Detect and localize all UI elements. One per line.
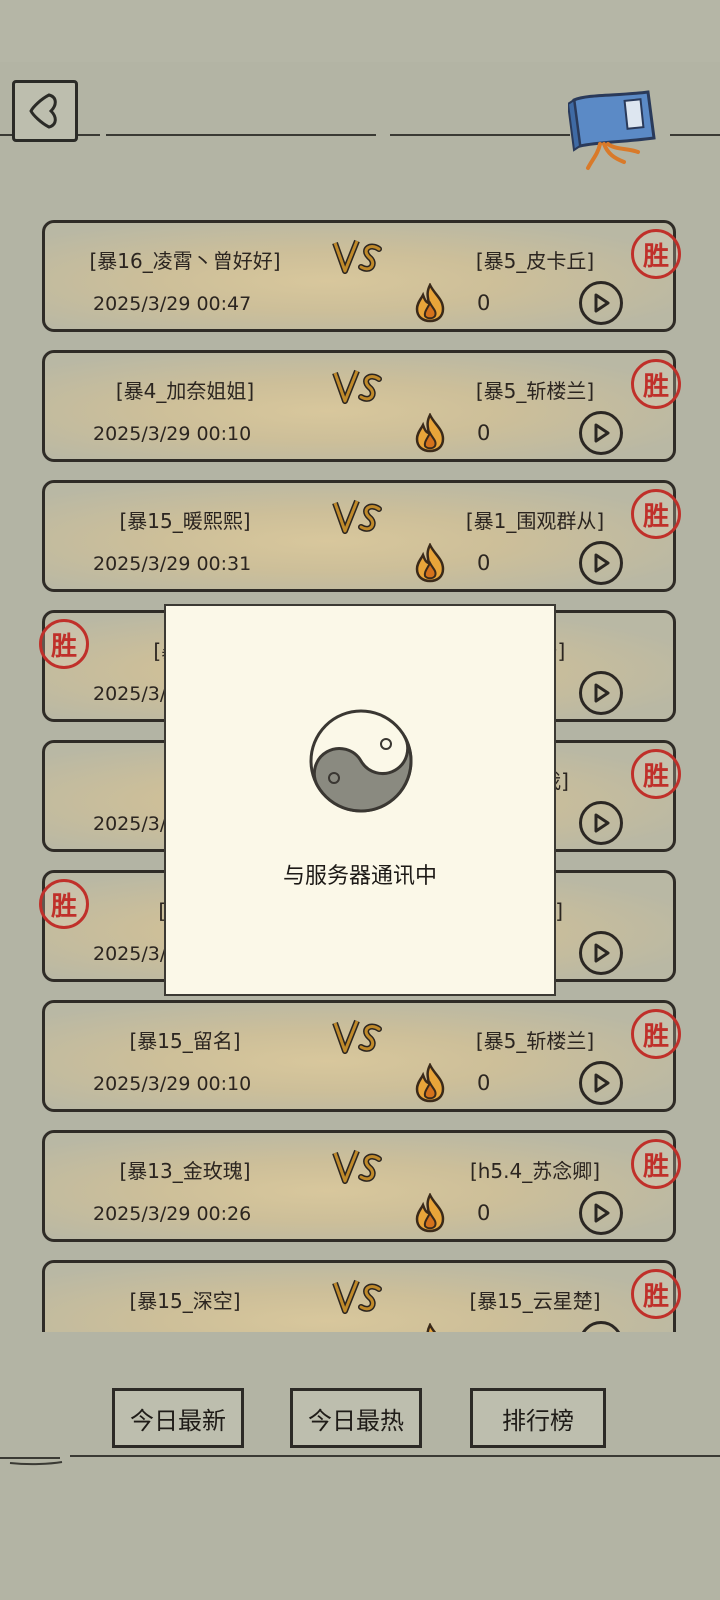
defender-name: [暴5_斩楼兰] <box>475 1029 595 1053</box>
vs-icon <box>332 1019 382 1054</box>
tab-today-hottest[interactable]: 今日最热 <box>290 1388 422 1448</box>
tab-today-newest[interactable]: 今日最新 <box>112 1388 244 1448</box>
play-icon <box>594 943 610 963</box>
defender-name: [暴15_云星楚] <box>469 1289 601 1313</box>
battle-record-card[interactable]: [暴13_金玫瑰] [h5.4_苏念卿] 2025/3/29 00:26 0 胜 <box>42 1130 681 1242</box>
top-strip <box>0 0 720 62</box>
defender-name: [暴5_皮卡丘] <box>475 249 595 273</box>
battle-time: 2025/3/ <box>93 813 167 835</box>
replay-button[interactable] <box>579 1191 623 1235</box>
play-icon <box>594 683 610 703</box>
fire-icon <box>415 413 445 453</box>
battle-record-card[interactable]: [暴15_留名] [暴5_斩楼兰] 2025/3/29 00:10 0 胜 <box>42 1000 681 1112</box>
win-seal: 胜 <box>631 1139 681 1189</box>
vs-icon <box>332 1279 382 1314</box>
vs-icon <box>332 239 382 274</box>
defender-name: [h5.4_苏念卿] <box>469 1159 601 1183</box>
heat-count: 0 <box>477 421 491 445</box>
replay-button[interactable] <box>579 1321 623 1332</box>
replay-button[interactable] <box>579 411 623 455</box>
replay-button[interactable] <box>579 931 623 975</box>
win-seal: 胜 <box>631 489 681 539</box>
play-icon <box>594 423 610 443</box>
heat-count: 0 <box>477 551 491 575</box>
fire-icon <box>415 543 445 583</box>
vs-icon <box>332 369 382 404</box>
vs-icon <box>332 499 382 534</box>
vs-icon <box>332 1149 382 1184</box>
attacker-name: [暴15_暖熙熙] <box>119 509 251 533</box>
heat-count: 0 <box>477 1201 491 1225</box>
heat-count: 0 <box>477 1071 491 1095</box>
attacker-name: [暴15_深空] <box>129 1289 241 1313</box>
loading-dialog: 与服务器通讯中 <box>164 604 556 996</box>
battle-time: 2025/3/29 00:10 <box>93 1073 252 1095</box>
battle-record-card[interactable]: [暴15_深空] [暴15_云星楚] 胜 <box>42 1260 681 1332</box>
bottom-divider <box>0 1455 720 1466</box>
replay-button[interactable] <box>579 281 623 325</box>
defender-name: [暴5_斩楼兰] <box>475 379 595 403</box>
play-icon <box>594 1203 610 1223</box>
fire-icon <box>415 1063 445 1103</box>
loading-message: 与服务器通讯中 <box>282 864 437 889</box>
win-seal: 胜 <box>631 749 681 799</box>
chevron-left-icon <box>29 93 57 129</box>
play-icon <box>594 553 610 573</box>
heat-count: 0 <box>477 291 491 315</box>
replay-button[interactable] <box>579 801 623 845</box>
win-seal: 胜 <box>631 1009 681 1059</box>
attacker-name: [暴13_金玫瑰] <box>119 1159 251 1183</box>
back-button[interactable] <box>12 80 78 142</box>
play-icon <box>594 293 610 313</box>
battle-time: 2025/3/29 00:47 <box>93 293 252 315</box>
battle-time: 2025/3/29 00:31 <box>93 553 252 575</box>
win-seal: 胜 <box>631 1269 681 1319</box>
replay-button[interactable] <box>579 671 623 715</box>
win-seal: 胜 <box>39 879 89 929</box>
replay-button[interactable] <box>579 1061 623 1105</box>
defender-name: [暴1_围观群从] <box>465 509 605 533</box>
battle-record-card[interactable]: [暴16_凌霄丶曾好好] [暴5_皮卡丘] 2025/3/29 00:47 0 … <box>42 220 681 332</box>
play-icon <box>594 813 610 833</box>
fire-icon <box>415 283 445 323</box>
yin-yang-icon <box>309 709 413 813</box>
fire-icon <box>423 1323 437 1332</box>
attacker-name: [暴16_凌霄丶曾好好] <box>89 249 281 273</box>
battle-time: 2025/3/29 00:26 <box>93 1203 252 1225</box>
win-seal: 胜 <box>631 359 681 409</box>
battle-record-card[interactable]: [暴15_暖熙熙] [暴1_围观群从] 2025/3/29 00:31 0 胜 <box>42 480 681 592</box>
replay-button[interactable] <box>579 541 623 585</box>
battle-time: 2025/3/ <box>93 943 167 965</box>
win-seal: 胜 <box>631 229 681 279</box>
battle-time: 2025/3/29 00:10 <box>93 423 252 445</box>
play-icon <box>594 1073 610 1093</box>
win-seal: 胜 <box>39 619 89 669</box>
attacker-name: [暴15_留名] <box>129 1029 241 1053</box>
battle-time: 2025/3/ <box>93 683 167 705</box>
battle-record-card[interactable]: [暴4_加奈姐姐] [暴5_斩楼兰] 2025/3/29 00:10 0 胜 <box>42 350 681 462</box>
tab-leaderboard[interactable]: 排行榜 <box>470 1388 606 1448</box>
attacker-name: [暴4_加奈姐姐] <box>115 379 255 403</box>
fire-icon <box>415 1193 445 1233</box>
scroll-book-icon[interactable] <box>568 86 672 172</box>
